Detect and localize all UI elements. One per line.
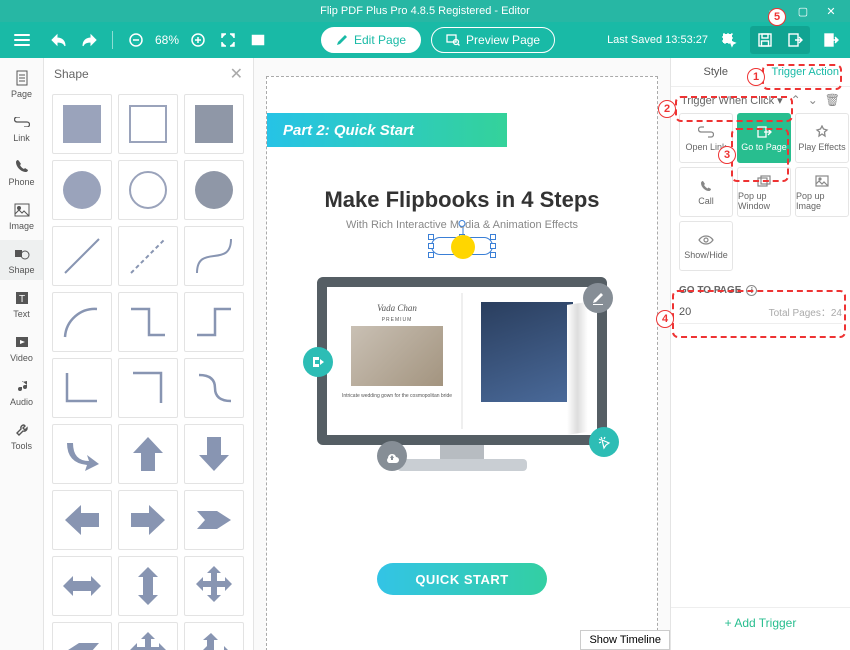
action-go-to-page[interactable]: Go to Page <box>737 113 791 163</box>
svg-text:T: T <box>18 294 24 305</box>
tool-image[interactable]: Image <box>0 196 43 236</box>
shape-circle-grey[interactable] <box>184 160 244 220</box>
shape-s-curve[interactable] <box>184 358 244 418</box>
zoom-in-icon[interactable] <box>187 29 209 51</box>
add-trigger-button[interactable]: + Add Trigger <box>671 607 850 638</box>
shape-arrow-lr[interactable] <box>52 556 112 616</box>
collapse-icon[interactable]: ⌃ <box>791 93 801 107</box>
edit-icon <box>583 283 613 313</box>
title-bar: Flip PDF Plus Pro 4.8.5 Registered - Edi… <box>0 0 850 22</box>
shape-line[interactable] <box>52 226 112 286</box>
shape-panel-close-icon[interactable]: ✕ <box>230 64 243 84</box>
quick-start-button[interactable]: QUICK START <box>377 563 547 595</box>
main-toolbar: 68% 1:1 Edit Page Preview Page Last Save… <box>0 22 850 58</box>
shape-arrow-up-thick[interactable] <box>118 424 178 484</box>
menu-button[interactable] <box>8 26 36 54</box>
tool-phone[interactable]: Phone <box>0 152 43 192</box>
action-show-hide[interactable]: Show/Hide <box>679 221 733 271</box>
info-icon[interactable]: i <box>746 285 757 296</box>
save-button[interactable] <box>750 26 780 54</box>
shape-arrow-4way[interactable] <box>184 556 244 616</box>
tab-trigger-action[interactable]: Trigger Action <box>761 58 850 86</box>
monitor-illustration: Vada ChanPREMIUMIntricate wedding gown f… <box>317 277 607 483</box>
tool-audio[interactable]: Audio <box>0 372 43 412</box>
shape-arc[interactable] <box>52 292 112 352</box>
selected-toggle-shape[interactable] <box>431 237 493 255</box>
shape-circle-filled[interactable] <box>52 160 112 220</box>
callout-1: 1 <box>747 68 765 86</box>
maximize-icon[interactable]: ▢ <box>789 0 817 22</box>
page-heading: Make Flipbooks in 4 Steps <box>267 187 657 213</box>
callout-2: 2 <box>658 100 676 118</box>
svg-text:1:1: 1:1 <box>253 38 263 45</box>
action-call[interactable]: Call <box>679 167 733 217</box>
tool-shape[interactable]: Shape <box>0 240 43 280</box>
go-to-page-section: GO TO PAGE i Total Pages：24 <box>679 285 842 324</box>
zoom-out-icon[interactable] <box>125 29 147 51</box>
shape-step-down[interactable] <box>118 292 178 352</box>
shape-arrow-right-thick[interactable] <box>118 490 178 550</box>
right-panel: Style Trigger Action Trigger When Click … <box>670 58 850 650</box>
fit-screen-icon[interactable] <box>217 29 239 51</box>
callout-5: 5 <box>768 8 786 26</box>
shape-arrow-3way[interactable] <box>184 622 244 650</box>
zoom-value: 68% <box>155 33 179 47</box>
expand-icon[interactable]: ⌄ <box>808 93 818 107</box>
shape-arrow-down-thick[interactable] <box>184 424 244 484</box>
close-icon[interactable]: ✕ <box>817 0 845 22</box>
exit-button[interactable] <box>820 29 842 51</box>
shape-circle-outline[interactable] <box>118 160 178 220</box>
redo-icon[interactable] <box>78 29 100 51</box>
shape-square-grey[interactable] <box>184 94 244 154</box>
delete-trigger-icon[interactable]: 🗑 <box>825 93 840 107</box>
last-saved: Last Saved 13:53:27 <box>607 34 708 46</box>
action-play-effects[interactable]: Play Effects <box>795 113 849 163</box>
shape-arrow-notch-left[interactable] <box>52 622 112 650</box>
tool-tools[interactable]: Tools <box>0 416 43 456</box>
action-popup-window[interactable]: Pop up Window <box>737 167 791 217</box>
undo-icon[interactable] <box>48 29 70 51</box>
upload-icon <box>377 441 407 471</box>
canvas-area[interactable]: Part 2: Quick Start Make Flipbooks in 4 … <box>254 58 670 650</box>
shape-square-outline[interactable] <box>118 94 178 154</box>
callout-4: 4 <box>656 310 674 328</box>
action-grid: Open Link Go to Page Play Effects Call P… <box>671 113 850 271</box>
tool-text[interactable]: TText <box>0 284 43 324</box>
shape-elbow-2[interactable] <box>118 358 178 418</box>
callout-3: 3 <box>718 146 736 164</box>
total-pages-label: Total Pages：24 <box>769 304 842 319</box>
show-timeline-button[interactable]: Show Timeline <box>580 630 670 650</box>
trigger-when-label[interactable]: Trigger When Click ▾ <box>681 94 783 107</box>
shape-panel-title: Shape <box>54 67 89 81</box>
shape-arrow-left-thick[interactable] <box>52 490 112 550</box>
actual-size-icon[interactable]: 1:1 <box>247 29 269 51</box>
import-icon <box>303 347 333 377</box>
click-icon <box>589 427 619 457</box>
shape-square-filled[interactable] <box>52 94 112 154</box>
app-title: Flip PDF Plus Pro 4.8.5 Registered - Edi… <box>320 5 530 17</box>
shape-curve[interactable] <box>184 226 244 286</box>
save-group <box>750 26 810 54</box>
shape-elbow-1[interactable] <box>52 358 112 418</box>
shape-grid <box>44 90 253 650</box>
shape-step-up[interactable] <box>184 292 244 352</box>
preview-page-button[interactable]: Preview Page <box>431 27 555 53</box>
banner: Part 2: Quick Start <box>267 113 507 147</box>
edit-page-button[interactable]: Edit Page <box>321 27 421 53</box>
tool-video[interactable]: Video <box>0 328 43 368</box>
page-canvas[interactable]: Part 2: Quick Start Make Flipbooks in 4 … <box>266 76 658 650</box>
shape-line-dashed[interactable] <box>118 226 178 286</box>
shape-arrow-notch-right[interactable] <box>184 490 244 550</box>
go-to-page-input[interactable] <box>679 306 719 318</box>
save-exit-button[interactable] <box>780 26 810 54</box>
tool-link[interactable]: Link <box>0 108 43 148</box>
shape-arrow-ud[interactable] <box>118 556 178 616</box>
shape-arrow-4way-2[interactable] <box>118 622 178 650</box>
shape-arrow-curve[interactable] <box>52 424 112 484</box>
action-popup-image[interactable]: Pop up Image <box>795 167 849 217</box>
tool-page[interactable]: Page <box>0 64 43 104</box>
shape-panel: Shape ✕ <box>44 58 254 650</box>
select-tool-icon[interactable] <box>718 29 740 51</box>
left-toolbox: Page Link Phone Image Shape TText Video … <box>0 58 44 650</box>
